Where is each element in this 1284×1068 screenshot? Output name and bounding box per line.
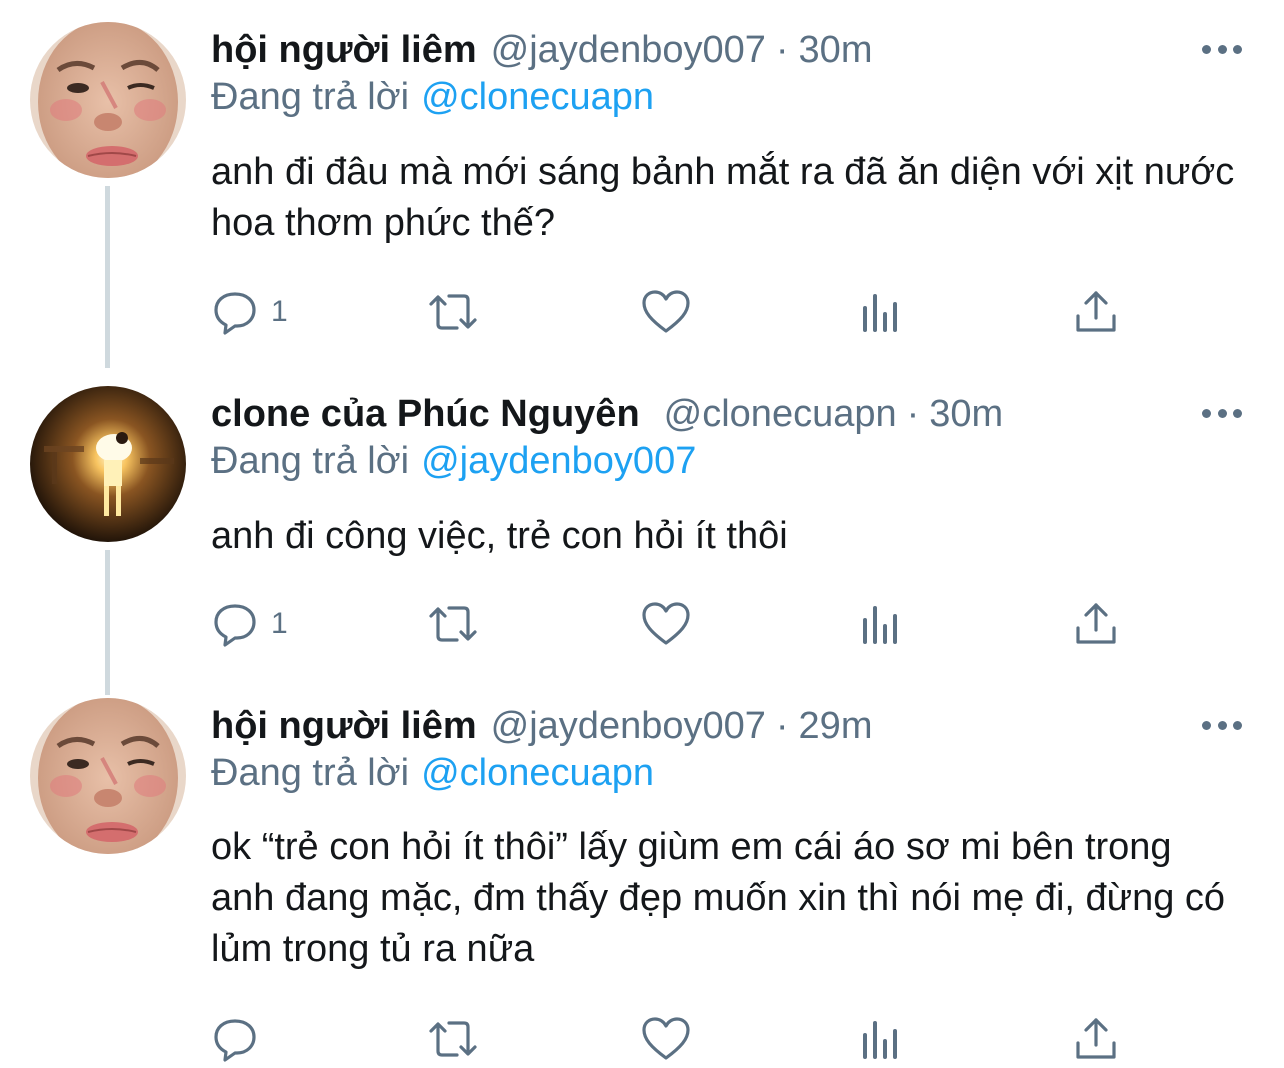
mention-link[interactable]: @clonecuapn (421, 752, 654, 794)
replying-prefix: Đang trả lời (211, 76, 410, 118)
person-face-avatar-icon (30, 22, 186, 178)
avatar[interactable] (30, 22, 186, 178)
tweet[interactable]: clone của Phúc Nguyên @clonecuapn · 30m … (0, 386, 1284, 676)
replying-to: Đang trả lời @jaydenboy007 (211, 440, 696, 483)
retweet-icon (429, 294, 477, 330)
retweet-icon (429, 1021, 477, 1057)
tweet-header: hội người liêm @jaydenboy007 · 30m (211, 22, 872, 78)
timestamp[interactable]: 30m (799, 29, 873, 72)
tweet[interactable]: hội người liêm @jaydenboy007 · 29m Đang … (0, 698, 1284, 1068)
more-icon[interactable] (1202, 406, 1242, 420)
tweet-actions: 1 (211, 287, 1131, 337)
share-button[interactable] (1073, 287, 1119, 337)
like-button[interactable] (641, 599, 691, 649)
more-icon[interactable] (1202, 42, 1242, 56)
tweet[interactable]: hội người liêm @jaydenboy007 · 30m Đang … (0, 22, 1284, 335)
reply-count: 1 (271, 607, 288, 640)
tweet-text: anh đi công việc, trẻ con hỏi ít thôi (211, 515, 788, 557)
timestamp[interactable]: 29m (799, 705, 873, 748)
retweet-button[interactable] (425, 599, 481, 649)
separator-dot: · (775, 704, 789, 747)
separator-dot: · (775, 28, 789, 71)
mention-link[interactable]: @jaydenboy007 (421, 440, 696, 482)
display-name[interactable]: clone của Phúc Nguyên (211, 393, 640, 436)
analytics-icon (863, 294, 897, 332)
analytics-button[interactable] (859, 287, 903, 337)
user-handle[interactable]: @jaydenboy007 (491, 29, 766, 72)
analytics-button[interactable] (859, 1014, 903, 1064)
tweet-header: hội người liêm @jaydenboy007 · 29m (211, 698, 872, 754)
reply-button[interactable]: 1 (211, 599, 288, 649)
avatar[interactable] (30, 386, 186, 542)
share-icon (1076, 291, 1116, 332)
glowing-figure-avatar-icon (30, 386, 186, 542)
like-icon (642, 1017, 690, 1060)
share-button[interactable] (1073, 1014, 1119, 1064)
replying-to: Đang trả lời @clonecuapn (211, 752, 654, 795)
like-button[interactable] (641, 287, 691, 337)
person-face-avatar-icon (30, 698, 186, 854)
retweet-button[interactable] (425, 1014, 481, 1064)
reply-icon (214, 1019, 256, 1062)
retweet-button[interactable] (425, 287, 481, 337)
replying-to: Đang trả lời @clonecuapn (211, 76, 654, 119)
analytics-icon (863, 606, 897, 644)
tweet-text: ok “trẻ con hỏi ít thôi” lấy giùm em cái… (211, 826, 1226, 970)
analytics-icon (863, 1021, 897, 1059)
share-icon (1076, 603, 1116, 644)
avatar[interactable] (30, 698, 186, 854)
like-icon (642, 290, 690, 333)
reply-icon (214, 292, 256, 335)
like-button[interactable] (641, 1014, 691, 1064)
like-icon (642, 602, 690, 645)
replying-prefix: Đang trả lời (211, 752, 410, 794)
share-icon (1076, 1018, 1116, 1059)
tweet-text: anh đi đâu mà mới sáng bảnh mắt ra đã ăn… (211, 151, 1235, 244)
share-button[interactable] (1073, 599, 1119, 649)
reply-icon (214, 604, 256, 647)
user-handle[interactable]: @jaydenboy007 (491, 705, 766, 748)
display-name[interactable]: hội người liêm (211, 705, 477, 748)
reply-button[interactable] (211, 1014, 271, 1064)
retweet-icon (429, 606, 477, 642)
analytics-button[interactable] (859, 599, 903, 649)
tweet-actions: 1 (211, 599, 1131, 649)
reply-count: 1 (271, 295, 288, 328)
replying-prefix: Đang trả lời (211, 440, 410, 482)
tweet-header: clone của Phúc Nguyên @clonecuapn · 30m (211, 386, 1003, 442)
mention-link[interactable]: @clonecuapn (421, 76, 654, 118)
user-handle[interactable]: @clonecuapn (664, 393, 897, 436)
separator-dot: · (906, 392, 920, 435)
timestamp[interactable]: 30m (929, 393, 1003, 436)
reply-button[interactable]: 1 (211, 287, 288, 337)
tweet-actions (211, 1014, 1131, 1064)
more-icon[interactable] (1202, 718, 1242, 732)
display-name[interactable]: hội người liêm (211, 29, 477, 72)
